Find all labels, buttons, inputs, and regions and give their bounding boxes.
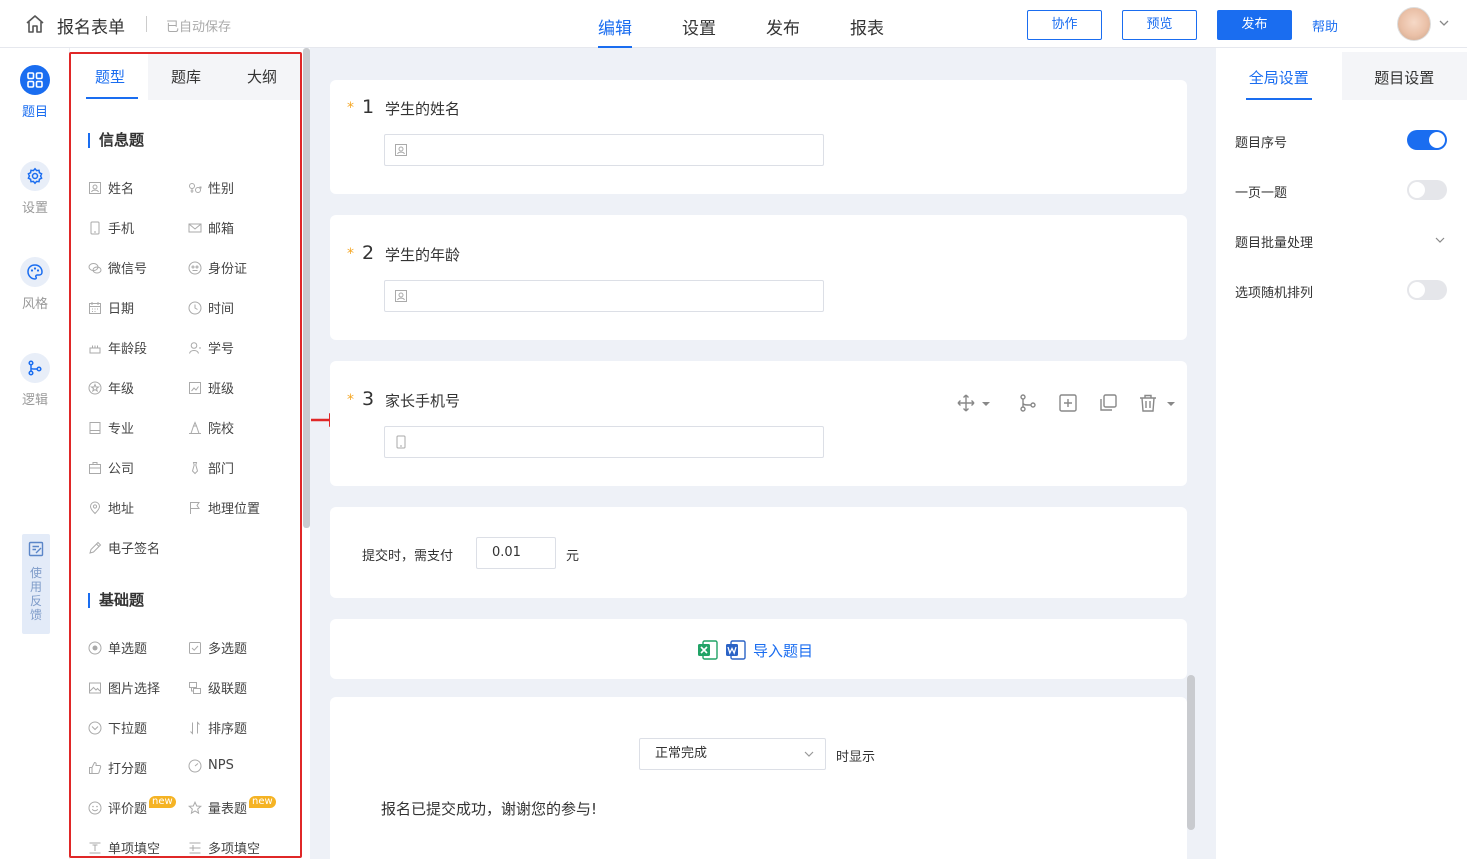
caret-down-icon[interactable] [981, 393, 991, 413]
question-card[interactable]: * 2 学生的年龄 [330, 215, 1187, 340]
rail-label: 题目 [21, 105, 48, 120]
completion-suffix: 时显示 [836, 750, 876, 765]
preview-button[interactable]: 预览 [1122, 10, 1197, 40]
payment-label: 提交时，需支付 [362, 549, 454, 564]
payment-unit: 元 [566, 549, 580, 564]
completion-select-value: 正常完成 [655, 746, 708, 761]
gear-icon [20, 161, 50, 191]
form-title: 报名表单 [57, 18, 125, 38]
question-number: 2 [362, 242, 375, 264]
grid-icon [20, 65, 50, 95]
import-label: 导入题目 [753, 641, 814, 660]
tab-question-settings[interactable]: 题目设置 [1342, 52, 1467, 100]
logic-icon [20, 353, 50, 383]
one-per-page-toggle[interactable] [1407, 180, 1447, 200]
question-card[interactable]: * 1 学生的姓名 [330, 80, 1187, 194]
setting-random-options-label: 选项随机排列 [1235, 286, 1314, 301]
rail-label: 逻辑 [21, 393, 48, 408]
payment-card: 提交时，需支付 0.01 元 [330, 507, 1187, 598]
person-card-icon [395, 290, 407, 302]
question-title[interactable]: 学生的姓名 [385, 98, 460, 119]
tab-global-settings[interactable]: 全局设置 [1216, 52, 1342, 100]
tab-publish[interactable]: 发布 [766, 0, 800, 48]
tab-settings[interactable]: 设置 [682, 0, 716, 48]
answer-input[interactable] [384, 426, 824, 458]
completion-card: 正常完成 时显示 报名已提交成功，谢谢您的参与! [330, 697, 1187, 859]
question-title[interactable]: 家长手机号 [385, 390, 460, 411]
move-icon[interactable] [956, 393, 976, 413]
setting-batch-process-label[interactable]: 题目批量处理 [1235, 232, 1313, 251]
setting-question-number-label: 题目序号 [1235, 136, 1288, 151]
question-number: 1 [362, 96, 375, 118]
completion-message[interactable]: 报名已提交成功，谢谢您的参与! [381, 798, 597, 819]
required-mark: * [347, 246, 354, 262]
required-mark: * [347, 392, 354, 408]
chevron-down-icon[interactable] [1438, 17, 1450, 29]
question-card[interactable]: * 3 家长手机号 [330, 361, 1187, 486]
trash-icon[interactable] [1138, 393, 1158, 413]
setting-one-per-page-label: 一页一题 [1235, 186, 1288, 201]
divider [146, 16, 147, 32]
home-icon[interactable] [24, 13, 46, 35]
top-bar: 报名表单 已自动保存 编辑 设置 发布 报表 协作 预览 发布 帮助 [0, 0, 1467, 48]
completion-select[interactable]: 正常完成 [639, 738, 826, 770]
tab-report[interactable]: 报表 [850, 0, 884, 48]
collaborate-button[interactable]: 协作 [1027, 10, 1102, 40]
rail-item-logic[interactable]: 逻辑 [0, 353, 70, 408]
excel-icon [698, 640, 718, 660]
chevron-down-icon [804, 751, 814, 757]
payment-amount-input[interactable]: 0.01 [476, 537, 556, 569]
question-title[interactable]: 学生的年龄 [385, 244, 460, 265]
feedback-button[interactable]: 使用反馈 [22, 534, 50, 634]
edit-note-icon [28, 541, 44, 557]
question-number-toggle[interactable] [1407, 130, 1447, 150]
question-number: 3 [362, 388, 375, 410]
chevron-down-icon[interactable] [1434, 234, 1446, 246]
word-icon [726, 640, 746, 660]
copy-icon[interactable] [1098, 393, 1118, 413]
help-link[interactable]: 帮助 [1312, 16, 1338, 35]
avatar[interactable] [1397, 7, 1431, 41]
phone-icon [396, 435, 406, 449]
palette-icon [20, 257, 50, 287]
tab-edit[interactable]: 编辑 [598, 0, 632, 48]
highlight-box [69, 52, 302, 858]
feedback-label: 使用反馈 [29, 566, 42, 622]
autosave-status: 已自动保存 [166, 20, 232, 35]
rail-item-style[interactable]: 风格 [0, 257, 70, 312]
left-rail: 题目 设置 风格 逻辑 使用反馈 [0, 48, 70, 859]
panel-scrollbar[interactable] [303, 48, 310, 528]
import-questions-button[interactable]: 导入题目 [697, 639, 813, 661]
settings-panel [1216, 48, 1467, 859]
rail-item-settings[interactable]: 设置 [0, 161, 70, 216]
rail-item-questions[interactable]: 题目 [0, 65, 70, 120]
caret-down-icon[interactable] [1166, 393, 1176, 413]
random-options-toggle[interactable] [1407, 280, 1447, 300]
person-card-icon [395, 144, 407, 156]
import-card: 导入题目 [330, 619, 1187, 679]
answer-input[interactable] [384, 280, 824, 312]
settings-tabs: 全局设置 题目设置 [1216, 52, 1467, 100]
rail-label: 设置 [21, 201, 48, 216]
logic-icon[interactable] [1018, 393, 1038, 413]
answer-input[interactable] [384, 134, 824, 166]
publish-button[interactable]: 发布 [1217, 10, 1292, 40]
add-box-icon[interactable] [1058, 393, 1078, 413]
rail-label: 风格 [21, 297, 48, 312]
canvas-scrollbar[interactable] [1187, 675, 1195, 830]
main-tabs: 编辑 设置 发布 报表 [598, 0, 934, 48]
required-mark: * [347, 100, 354, 116]
